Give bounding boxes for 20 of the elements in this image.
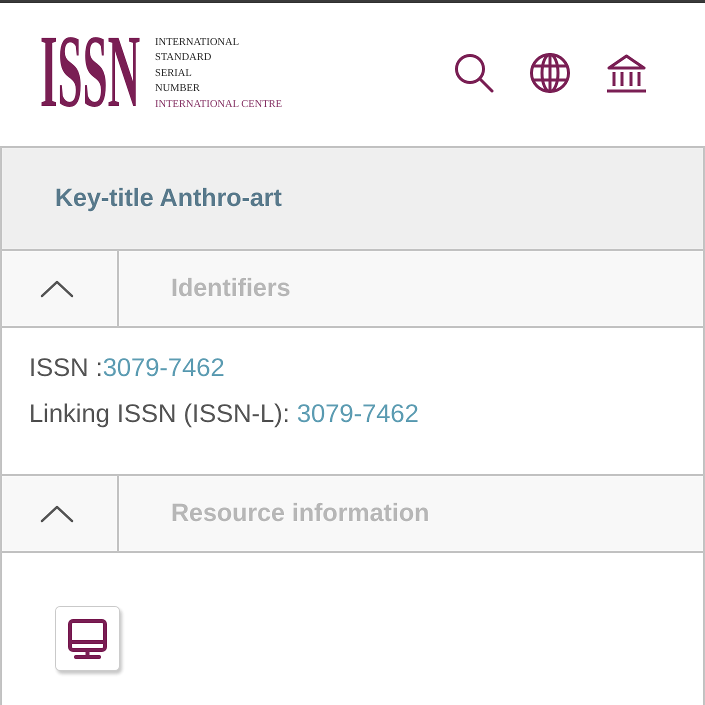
language-button[interactable] (530, 52, 570, 92)
logo-text-line: INTERNATIONAL (155, 36, 239, 50)
search-icon (454, 52, 494, 92)
bank-building-icon (606, 52, 647, 92)
search-button[interactable] (454, 52, 494, 92)
issn-link[interactable]: 3079-7462 (102, 354, 225, 382)
logo-text-line: SERIAL (155, 66, 192, 81)
logo-text-line: STANDARD (155, 51, 212, 66)
section-title: Identifiers (171, 274, 290, 303)
issn-link[interactable]: 3079-7462 (296, 400, 419, 428)
globe-icon (530, 52, 570, 92)
logo-mark: ISSN (40, 38, 140, 107)
logo-text-line: NUMBER (155, 82, 200, 96)
identifier-label: ISSN : (29, 354, 103, 382)
identifier-label: Linking ISSN (ISSN-L): (29, 400, 291, 428)
institution-button[interactable] (606, 52, 647, 92)
monitor-icon (55, 606, 120, 671)
key-title-heading: Key-title Anthro-art (55, 184, 282, 213)
logo-subtitle: INTERNATIONAL CENTRE (155, 98, 282, 112)
section-title: Resource information (171, 499, 430, 528)
